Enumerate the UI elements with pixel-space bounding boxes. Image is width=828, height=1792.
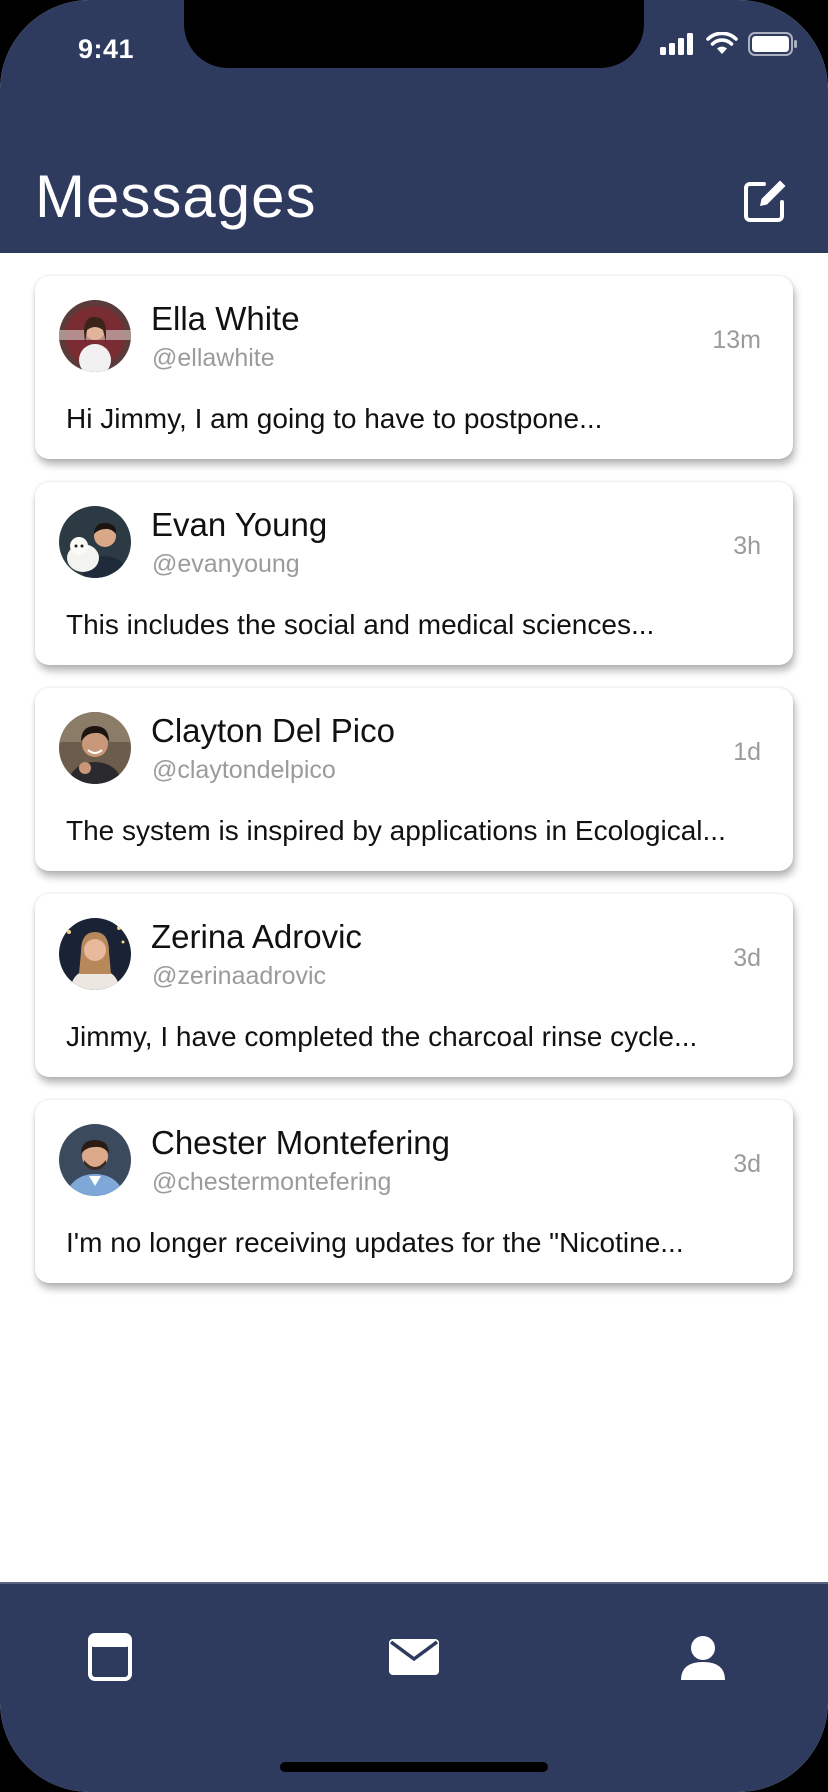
sender-handle: @evanyoung — [152, 550, 300, 578]
message-time: 3h — [733, 532, 761, 560]
status-icons — [660, 32, 798, 56]
phone-screen: 9:41 Messages Ella White @ellawhite 13m … — [0, 0, 828, 1792]
sender-handle: @ellawhite — [152, 344, 275, 372]
avatar — [59, 506, 131, 578]
person-icon — [681, 1636, 725, 1680]
home-indicator — [280, 1762, 548, 1772]
header: 9:41 Messages — [0, 0, 828, 253]
notebook-icon — [88, 1633, 132, 1681]
tab-notebook[interactable] — [75, 1622, 145, 1692]
tab-bar — [0, 1582, 828, 1792]
message-list: Ella White @ellawhite 13m Hi Jimmy, I am… — [35, 276, 793, 1306]
sender-handle: @chestermontefering — [152, 1168, 392, 1196]
avatar — [59, 1124, 131, 1196]
message-card[interactable]: Ella White @ellawhite 13m Hi Jimmy, I am… — [35, 276, 793, 459]
device-notch — [184, 0, 644, 68]
message-time: 1d — [733, 738, 761, 766]
compose-icon[interactable] — [742, 178, 788, 224]
envelope-icon — [389, 1639, 439, 1675]
message-card[interactable]: Clayton Del Pico @claytondelpico 1d The … — [35, 688, 793, 871]
message-card[interactable]: Zerina Adrovic @zerinaadrovic 3d Jimmy, … — [35, 894, 793, 1077]
sender-name: Clayton Del Pico — [151, 712, 395, 749]
sender-name: Chester Montefering — [151, 1124, 450, 1161]
battery-icon — [748, 32, 797, 56]
wifi-icon — [706, 32, 738, 54]
cellular-signal-icon — [660, 33, 693, 55]
message-time: 3d — [733, 1150, 761, 1178]
message-preview: Jimmy, I have completed the charcoal rin… — [66, 1021, 698, 1052]
tab-messages[interactable] — [379, 1622, 449, 1692]
avatar — [59, 918, 131, 990]
page-title: Messages — [35, 163, 317, 230]
message-card[interactable]: Evan Young @evanyoung 3h This includes t… — [35, 482, 793, 665]
message-time: 13m — [712, 326, 761, 354]
sender-name: Evan Young — [151, 506, 328, 543]
message-preview: I'm no longer receiving updates for the … — [66, 1227, 684, 1258]
avatar — [59, 300, 131, 372]
message-time: 3d — [733, 944, 761, 972]
message-preview: The system is inspired by applications i… — [66, 815, 726, 846]
sender-name: Ella White — [151, 300, 300, 337]
sender-handle: @zerinaadrovic — [152, 962, 327, 990]
status-time: 9:41 — [78, 34, 135, 64]
message-preview: This includes the social and medical sci… — [66, 609, 655, 640]
avatar — [59, 712, 131, 784]
sender-handle: @claytondelpico — [152, 756, 336, 784]
message-card[interactable]: Chester Montefering @chestermontefering … — [35, 1100, 793, 1283]
tab-profile[interactable] — [668, 1622, 738, 1692]
message-preview: Hi Jimmy, I am going to have to postpone… — [66, 403, 603, 434]
sender-name: Zerina Adrovic — [151, 918, 362, 955]
